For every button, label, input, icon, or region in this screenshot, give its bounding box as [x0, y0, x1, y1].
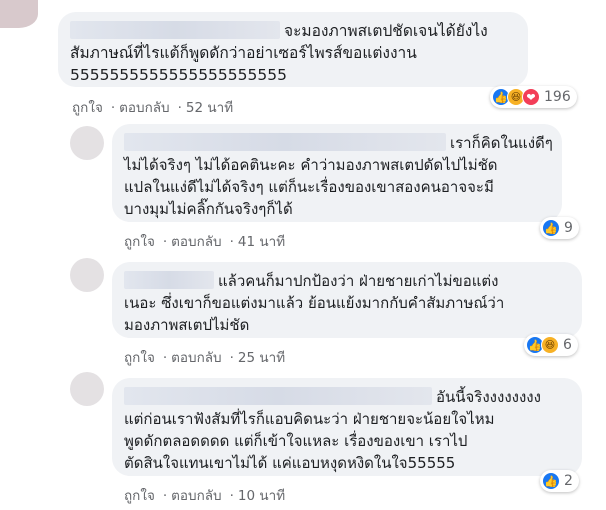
comment-text-line: สัมภาษณ์ที่ไรแต้ก็พูดดักว่าอย่าเซอร์ไพรส… — [70, 44, 417, 62]
comment-text-line: เราก็คิดในแง่ดีๆ — [450, 134, 553, 152]
comment-text-line: อันนี้จริงงงงงงงง — [436, 388, 541, 406]
separator: · — [229, 234, 234, 250]
reaction-summary[interactable]: 👍 2 — [540, 470, 579, 492]
comment-text-line: มองภาพสเตปไม่ชัด — [124, 316, 250, 334]
reply-link[interactable]: ตอบกลับ — [119, 100, 169, 116]
like-link[interactable]: ถูกใจ — [124, 234, 155, 250]
love-icon: ❤ — [522, 88, 540, 106]
reaction-summary[interactable]: 👍 9 — [540, 217, 579, 239]
separator: · — [162, 488, 168, 504]
comment-text-line: จะมองภาพสเตปชัดเจนได้ยังไง — [284, 22, 488, 40]
comment-bubble: เราก็คิดในแง่ดีๆ ไม่ได้จริงๆ ไม่ได้อคติน… — [112, 124, 562, 222]
comment-actions: ถูกใจ · ตอบกลับ · 10 นาที — [124, 484, 289, 506]
like-icon: 👍 — [542, 472, 560, 490]
comment-text-line: ไม่ได้จริงๆ ไม่ได้อคตินะคะ คำว่ามองภาพสเ… — [124, 156, 498, 174]
comment-actions: ถูกใจ · ตอบกลับ · 25 นาที — [124, 346, 289, 368]
separator: · — [177, 100, 182, 116]
comment-bubble: จะมองภาพสเตปชัดเจนได้ยังไง สัมภาษณ์ที่ไร… — [58, 12, 528, 87]
commenter-name[interactable] — [124, 271, 214, 289]
comment-text-line: แล้วคนก็มาปกป้องว่า ฝ่ายชายเก่าไม่ขอแต่ง — [218, 272, 499, 290]
like-icon: 👍 — [542, 219, 560, 237]
separator: · — [229, 350, 234, 366]
commenter-name[interactable] — [124, 387, 432, 405]
avatar[interactable] — [70, 126, 104, 160]
comment-text-line: บางมุมไม่คลิ๊กกันจริงๆก็ได้ — [124, 200, 293, 218]
separator: · — [162, 350, 168, 366]
separator: · — [229, 488, 234, 504]
haha-icon: 😆 — [541, 336, 559, 354]
comment-text-line: 5555555555555555555555 — [70, 66, 287, 84]
reply-link[interactable]: ตอบกลับ — [171, 234, 221, 250]
reaction-summary[interactable]: 👍 😆 6 — [524, 334, 578, 356]
comment-text-line: พูดดักตลอดดดด แต่ก็เข้าใจแหละ เรื่องของเ… — [124, 432, 468, 450]
avatar[interactable] — [70, 258, 104, 292]
comment-actions: ถูกใจ · ตอบกลับ · 41 นาที — [124, 230, 289, 252]
timestamp[interactable]: 41 นาที — [238, 234, 285, 250]
like-link[interactable]: ถูกใจ — [72, 100, 103, 116]
comment-bubble: แล้วคนก็มาปกป้องว่า ฝ่ายชายเก่าไม่ขอแต่ง… — [112, 262, 582, 338]
reaction-summary[interactable]: 👍 😆 ❤ 196 — [490, 86, 577, 108]
like-link[interactable]: ถูกใจ — [124, 350, 155, 366]
comment-text-line: ตัดสินใจแทนเขาไม่ได้ แค่แอบหงุดหงิดในใจ5… — [124, 454, 456, 472]
comment-text-line: เนอะ ซึ่งเขาก็ขอแต่งมาแล้ว ย้อนแย้งมากกั… — [124, 294, 505, 312]
reaction-count: 9 — [564, 220, 573, 236]
comment-text-line: แต่ก่อนเราฟังสัมที่ไรก็แอบคิดนะว่า ฝ่ายช… — [124, 410, 495, 428]
avatar[interactable] — [0, 0, 38, 28]
timestamp[interactable]: 52 นาที — [186, 100, 233, 116]
reaction-count: 196 — [544, 89, 571, 105]
commenter-name[interactable] — [70, 21, 280, 39]
like-link[interactable]: ถูกใจ — [124, 488, 155, 504]
reaction-count: 2 — [564, 473, 573, 489]
separator: · — [162, 234, 168, 250]
reaction-count: 6 — [563, 337, 572, 353]
avatar[interactable] — [70, 372, 104, 406]
separator: · — [110, 100, 116, 116]
comment-text-line: แปลในแง่ดีไม่ได้จริงๆ แต่ก็นะเรื่องของเข… — [124, 178, 494, 196]
timestamp[interactable]: 10 นาที — [238, 488, 285, 504]
comment-bubble: อันนี้จริงงงงงงงง แต่ก่อนเราฟังสัมที่ไรก… — [112, 378, 582, 476]
reply-link[interactable]: ตอบกลับ — [171, 488, 221, 504]
reply-link[interactable]: ตอบกลับ — [171, 350, 221, 366]
comment-actions: ถูกใจ · ตอบกลับ · 52 นาที — [72, 96, 237, 118]
commenter-name[interactable] — [124, 133, 446, 151]
timestamp[interactable]: 25 นาที — [238, 350, 285, 366]
